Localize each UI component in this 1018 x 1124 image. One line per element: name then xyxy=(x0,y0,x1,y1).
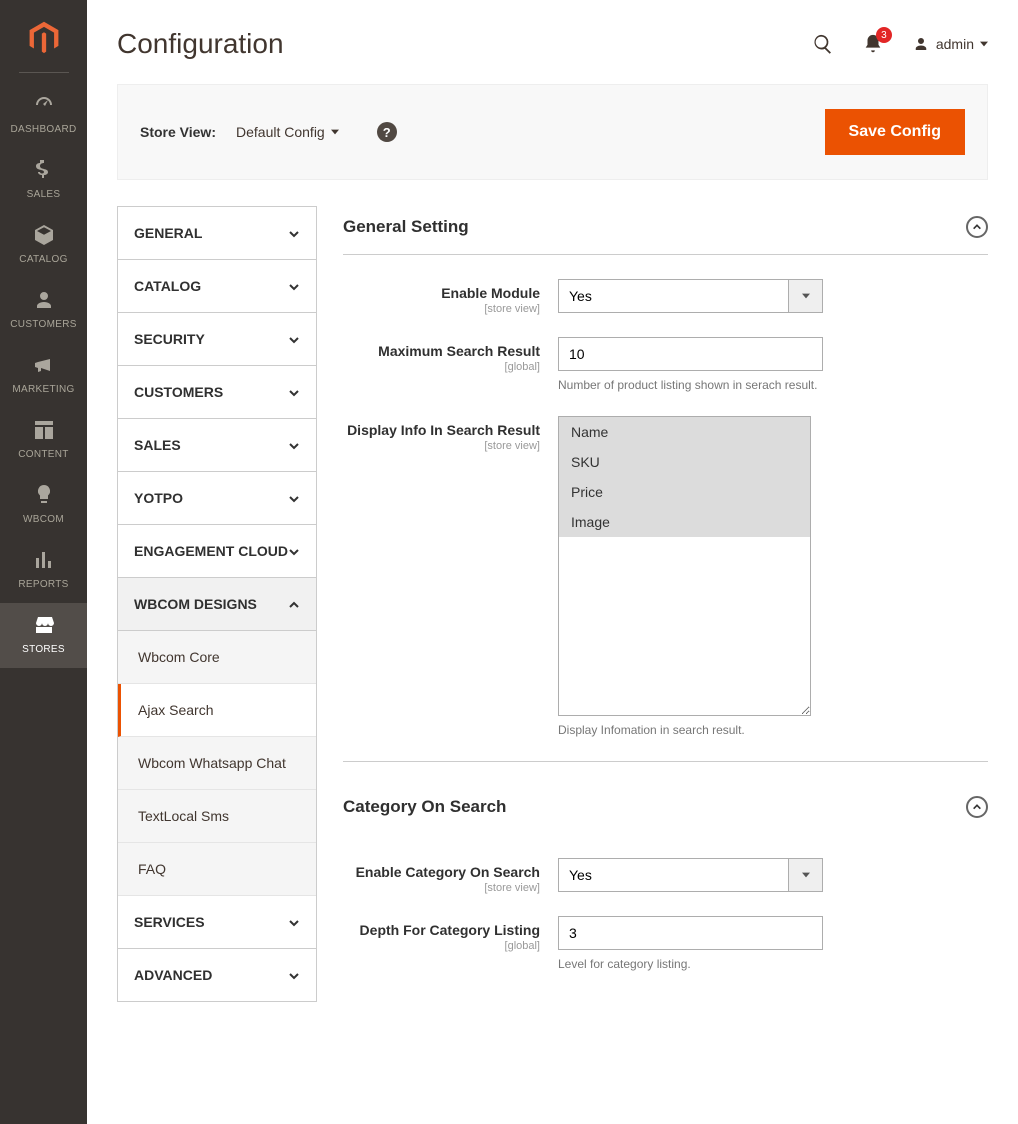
search-icon[interactable] xyxy=(812,33,834,55)
option-name[interactable]: Name xyxy=(559,417,810,447)
subtab-faq[interactable]: FAQ xyxy=(118,843,316,896)
user-name: admin xyxy=(936,36,974,52)
tab-wbcom-designs[interactable]: WBCOM DESIGNS xyxy=(118,578,316,631)
enable-category-select[interactable]: Yes xyxy=(558,858,789,892)
chevron-down-icon xyxy=(331,129,339,135)
config-tabs: GENERAL CATALOG SECURITY CUSTOMERS SALES… xyxy=(117,206,317,1002)
enable-module-select[interactable]: Yes xyxy=(558,279,789,313)
section-title: General Setting xyxy=(343,217,469,237)
tab-services[interactable]: SERVICES xyxy=(118,896,316,949)
gauge-icon xyxy=(4,93,83,120)
tab-advanced[interactable]: ADVANCED xyxy=(118,949,316,1001)
field-scope: [store view] xyxy=(343,303,540,315)
field-hint: Number of product listing shown in serac… xyxy=(558,377,823,394)
field-scope: [global] xyxy=(343,940,540,952)
tab-wbcom-sub: Wbcom Core Ajax Search Wbcom Whatsapp Ch… xyxy=(118,631,316,896)
nav-wbcom[interactable]: WBCOM xyxy=(0,473,87,538)
chevron-down-icon xyxy=(288,916,300,928)
chevron-down-icon xyxy=(288,492,300,504)
chevron-down-icon xyxy=(789,279,823,313)
field-max-search-result: Maximum Search Result [global] Number of… xyxy=(343,337,988,394)
tab-sales[interactable]: SALES xyxy=(118,419,316,472)
nav-marketing[interactable]: MARKETING xyxy=(0,343,87,408)
field-label: Enable Module xyxy=(343,285,540,301)
dollar-icon xyxy=(4,158,83,185)
megaphone-icon xyxy=(4,353,83,380)
notifications-button[interactable]: 3 xyxy=(862,33,884,55)
field-label: Depth For Category Listing xyxy=(343,922,540,938)
field-depth-category: Depth For Category Listing [global] Leve… xyxy=(343,916,988,973)
store-view-switcher[interactable]: Default Config xyxy=(236,124,339,140)
chevron-down-icon xyxy=(288,280,300,292)
option-image[interactable]: Image xyxy=(559,507,810,537)
subtab-whatsapp-chat[interactable]: Wbcom Whatsapp Chat xyxy=(118,737,316,790)
chevron-down-icon xyxy=(288,969,300,981)
bulb-icon xyxy=(4,483,83,510)
field-scope: [store view] xyxy=(343,882,540,894)
store-icon xyxy=(4,613,83,640)
field-scope: [global] xyxy=(343,361,540,373)
field-hint: Level for category listing. xyxy=(558,956,823,973)
max-search-input[interactable] xyxy=(558,337,823,371)
field-label: Maximum Search Result xyxy=(343,343,540,359)
option-price[interactable]: Price xyxy=(559,477,810,507)
chevron-down-icon xyxy=(789,858,823,892)
field-scope: [store view] xyxy=(343,440,540,452)
magento-logo[interactable] xyxy=(24,18,64,58)
display-info-multiselect[interactable]: Name SKU Price Image xyxy=(558,416,811,716)
page-header: Configuration 3 admin xyxy=(117,0,988,84)
collapse-icon[interactable] xyxy=(966,216,988,238)
section-divider xyxy=(343,761,988,762)
admin-sidebar: DASHBOARD SALES CATALOG CUSTOMERS MARKET… xyxy=(0,0,87,1124)
account-dropdown[interactable]: admin xyxy=(912,35,988,53)
field-hint: Display Infomation in search result. xyxy=(558,722,823,739)
layout-icon xyxy=(4,418,83,445)
chevron-up-icon xyxy=(288,598,300,610)
person-icon xyxy=(4,288,83,315)
toolbar: Store View: Default Config ? Save Config xyxy=(117,84,988,180)
subtab-textlocal-sms[interactable]: TextLocal Sms xyxy=(118,790,316,843)
field-label: Display Info In Search Result xyxy=(343,422,540,438)
subtab-wbcom-core[interactable]: Wbcom Core xyxy=(118,631,316,684)
subtab-ajax-search[interactable]: Ajax Search xyxy=(118,684,316,737)
chevron-down-icon xyxy=(288,333,300,345)
user-icon xyxy=(912,35,930,53)
field-enable-category: Enable Category On Search [store view] Y… xyxy=(343,858,988,894)
section-general-setting-head[interactable]: General Setting xyxy=(343,206,988,255)
tab-security[interactable]: SECURITY xyxy=(118,313,316,366)
collapse-icon[interactable] xyxy=(966,796,988,818)
nav-sales[interactable]: SALES xyxy=(0,148,87,213)
page-title: Configuration xyxy=(117,28,284,60)
tab-yotpo[interactable]: YOTPO xyxy=(118,472,316,525)
chevron-down-icon xyxy=(288,386,300,398)
nav-stores[interactable]: STORES xyxy=(0,603,87,668)
bars-icon xyxy=(4,548,83,575)
chevron-down-icon xyxy=(288,439,300,451)
notification-badge: 3 xyxy=(876,27,892,43)
tab-engagement-cloud[interactable]: ENGAGEMENT CLOUD xyxy=(118,525,316,578)
depth-category-input[interactable] xyxy=(558,916,823,950)
save-config-button[interactable]: Save Config xyxy=(825,109,965,155)
chevron-down-icon xyxy=(288,227,300,239)
store-view-label: Store View: xyxy=(140,124,216,140)
nav-dashboard[interactable]: DASHBOARD xyxy=(0,83,87,148)
box-icon xyxy=(4,223,83,250)
tab-customers[interactable]: CUSTOMERS xyxy=(118,366,316,419)
tab-general[interactable]: GENERAL xyxy=(118,207,316,260)
nav-reports[interactable]: REPORTS xyxy=(0,538,87,603)
chevron-down-icon xyxy=(980,41,988,47)
section-category-on-search-head[interactable]: Category On Search xyxy=(343,786,988,834)
chevron-down-icon xyxy=(288,545,300,557)
nav-catalog[interactable]: CATALOG xyxy=(0,213,87,278)
field-enable-module: Enable Module [store view] Yes xyxy=(343,279,988,315)
nav-content[interactable]: CONTENT xyxy=(0,408,87,473)
section-title: Category On Search xyxy=(343,797,506,817)
option-sku[interactable]: SKU xyxy=(559,447,810,477)
tab-catalog[interactable]: CATALOG xyxy=(118,260,316,313)
field-display-info: Display Info In Search Result [store vie… xyxy=(343,416,988,739)
nav-customers[interactable]: CUSTOMERS xyxy=(0,278,87,343)
field-label: Enable Category On Search xyxy=(343,864,540,880)
help-icon[interactable]: ? xyxy=(377,122,397,142)
